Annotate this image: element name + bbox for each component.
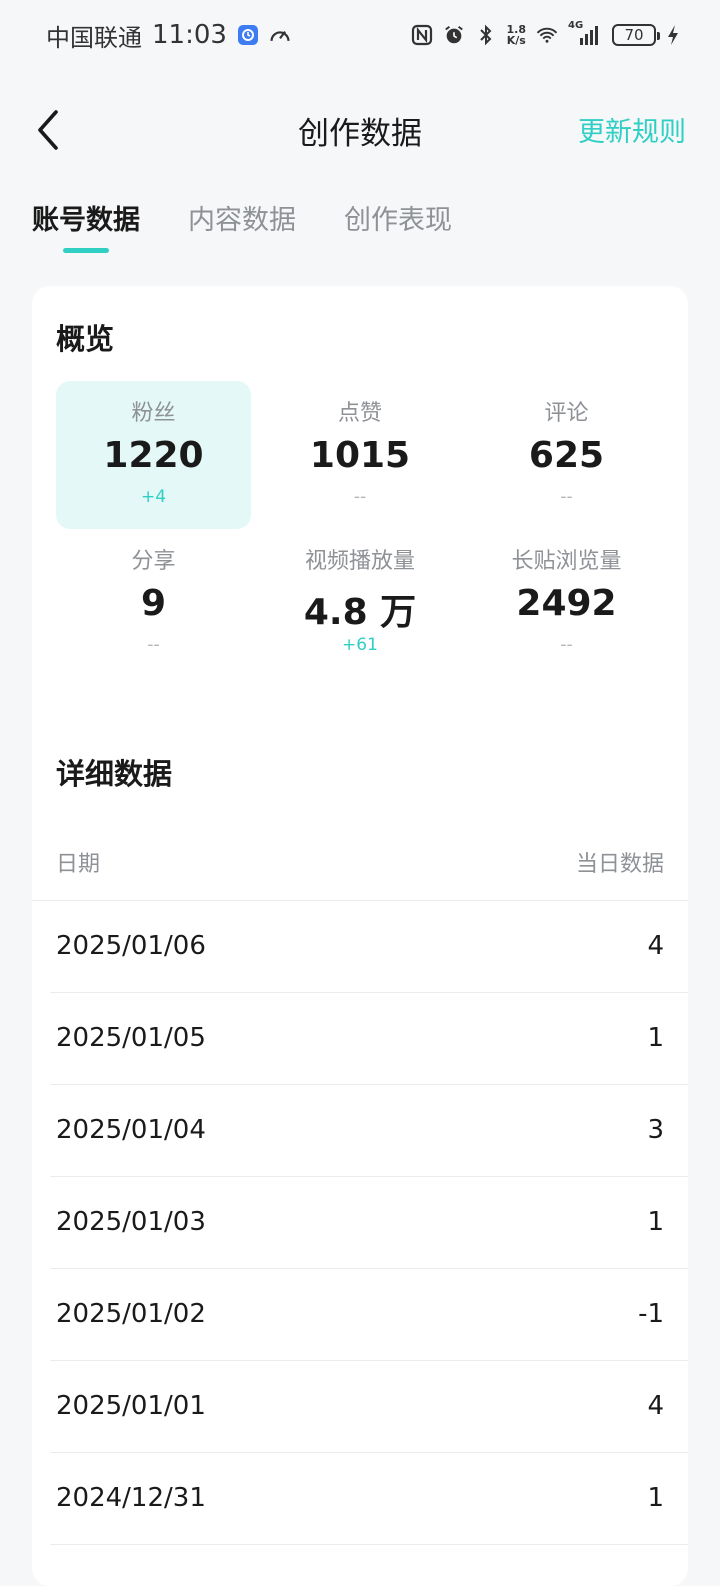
detail-title: 详细数据 — [56, 757, 173, 791]
row-value: 1 — [647, 1207, 664, 1237]
row-value: 1 — [647, 1483, 664, 1513]
stat-value: 4.8 万 — [303, 592, 417, 633]
row-value: 3 — [647, 1115, 664, 1145]
stat-shares[interactable]: 分享 9 -- — [56, 529, 251, 677]
stat-value: 625 — [528, 435, 605, 476]
row-date: 2025/01/03 — [56, 1207, 206, 1237]
data-card: 概览 粉丝 1220 +4 点赞 1015 -- 评论 625 -- 分享 9 … — [32, 286, 688, 1586]
stat-likes[interactable]: 点赞 1015 -- — [251, 381, 469, 529]
update-rules-link[interactable]: 更新规则 — [578, 110, 686, 149]
daily-data-table: 2025/01/06 4 2025/01/05 1 2025/01/04 3 2… — [32, 900, 688, 1586]
overview-title: 概览 — [56, 322, 115, 356]
row-value: 4 — [647, 931, 664, 961]
cellular-signal-icon: 4G — [568, 20, 602, 46]
wifi-icon — [536, 24, 558, 46]
tab-creation-performance[interactable]: 创作表现 — [344, 198, 452, 251]
speedometer-icon — [269, 24, 291, 46]
network-speed-unit: K/s — [506, 34, 526, 47]
battery-level: 70 — [624, 26, 644, 44]
network-speed: 1.8 K/s — [507, 24, 527, 46]
row-date: 2025/01/06 — [56, 931, 206, 961]
overview-stats: 粉丝 1220 +4 点赞 1015 -- 评论 625 -- 分享 9 -- … — [56, 381, 676, 677]
column-header-date: 日期 — [56, 852, 101, 877]
table-row: 2025/01/01 4 — [32, 1360, 688, 1452]
status-bar: 中国联通 11:03 1.8 K/s 4G 70 — [0, 0, 720, 70]
stat-label: 长贴浏览量 — [511, 549, 622, 574]
nav-bar: 创作数据 更新规则 — [0, 90, 720, 170]
stat-value: 2492 — [516, 583, 617, 624]
stat-fans[interactable]: 粉丝 1220 +4 — [56, 381, 251, 529]
stat-delta: -- — [353, 487, 367, 507]
battery-indicator: 70 — [612, 24, 660, 46]
table-row-partial — [32, 1544, 688, 1586]
stat-label: 点赞 — [337, 401, 382, 426]
status-left: 中国联通 11:03 — [46, 18, 291, 53]
alarm-app-icon — [237, 24, 259, 46]
table-row: 2025/01/03 1 — [32, 1176, 688, 1268]
tab-content-data[interactable]: 内容数据 — [188, 198, 296, 251]
row-value: 4 — [647, 1391, 664, 1421]
stat-delta: +4 — [140, 487, 167, 507]
row-date: 2025/01/01 — [56, 1391, 206, 1421]
stat-label: 粉丝 — [131, 401, 176, 426]
bluetooth-icon — [475, 24, 497, 46]
stat-video-plays[interactable]: 视频播放量 4.8 万 +61 — [251, 529, 469, 677]
row-date: 2025/01/05 — [56, 1023, 206, 1053]
stat-value: 1220 — [103, 435, 204, 476]
table-header: 日期 当日数据 — [56, 846, 664, 878]
status-right: 1.8 K/s 4G 70 — [411, 20, 681, 46]
alarm-clock-icon — [443, 24, 465, 46]
status-time: 11:03 — [152, 20, 227, 50]
stat-label: 评论 — [544, 401, 589, 426]
stat-delta: +61 — [342, 635, 378, 655]
tab-account-data[interactable]: 账号数据 — [32, 198, 140, 251]
carrier-name: 中国联通 — [46, 23, 142, 52]
stat-delta: -- — [560, 635, 573, 655]
stat-delta: -- — [560, 487, 573, 507]
tab-bar: 账号数据 内容数据 创作表现 — [32, 198, 452, 251]
row-date: 2024/12/31 — [56, 1483, 206, 1513]
nfc-icon — [411, 24, 433, 46]
row-value: 1 — [647, 1023, 664, 1053]
column-header-daily-value: 当日数据 — [575, 852, 664, 877]
row-date: 2025/01/04 — [56, 1115, 206, 1145]
table-row: 2025/01/06 4 — [32, 900, 688, 992]
stat-label: 分享 — [131, 549, 176, 574]
table-row: 2024/12/31 1 — [32, 1452, 688, 1544]
table-row: 2025/01/04 3 — [32, 1084, 688, 1176]
stat-value: 9 — [140, 583, 167, 624]
network-type-label: 4G — [568, 20, 584, 31]
stat-label: 视频播放量 — [304, 549, 415, 574]
table-row: 2025/01/02 -1 — [32, 1268, 688, 1360]
row-value: -1 — [638, 1299, 664, 1329]
stat-comments[interactable]: 评论 625 -- — [469, 381, 664, 529]
row-date: 2025/01/02 — [56, 1299, 206, 1329]
stat-delta: -- — [147, 635, 160, 655]
stat-post-views[interactable]: 长贴浏览量 2492 -- — [469, 529, 664, 677]
stat-value: 1015 — [309, 435, 411, 476]
charging-bolt-icon — [666, 24, 680, 46]
table-row: 2025/01/05 1 — [32, 992, 688, 1084]
